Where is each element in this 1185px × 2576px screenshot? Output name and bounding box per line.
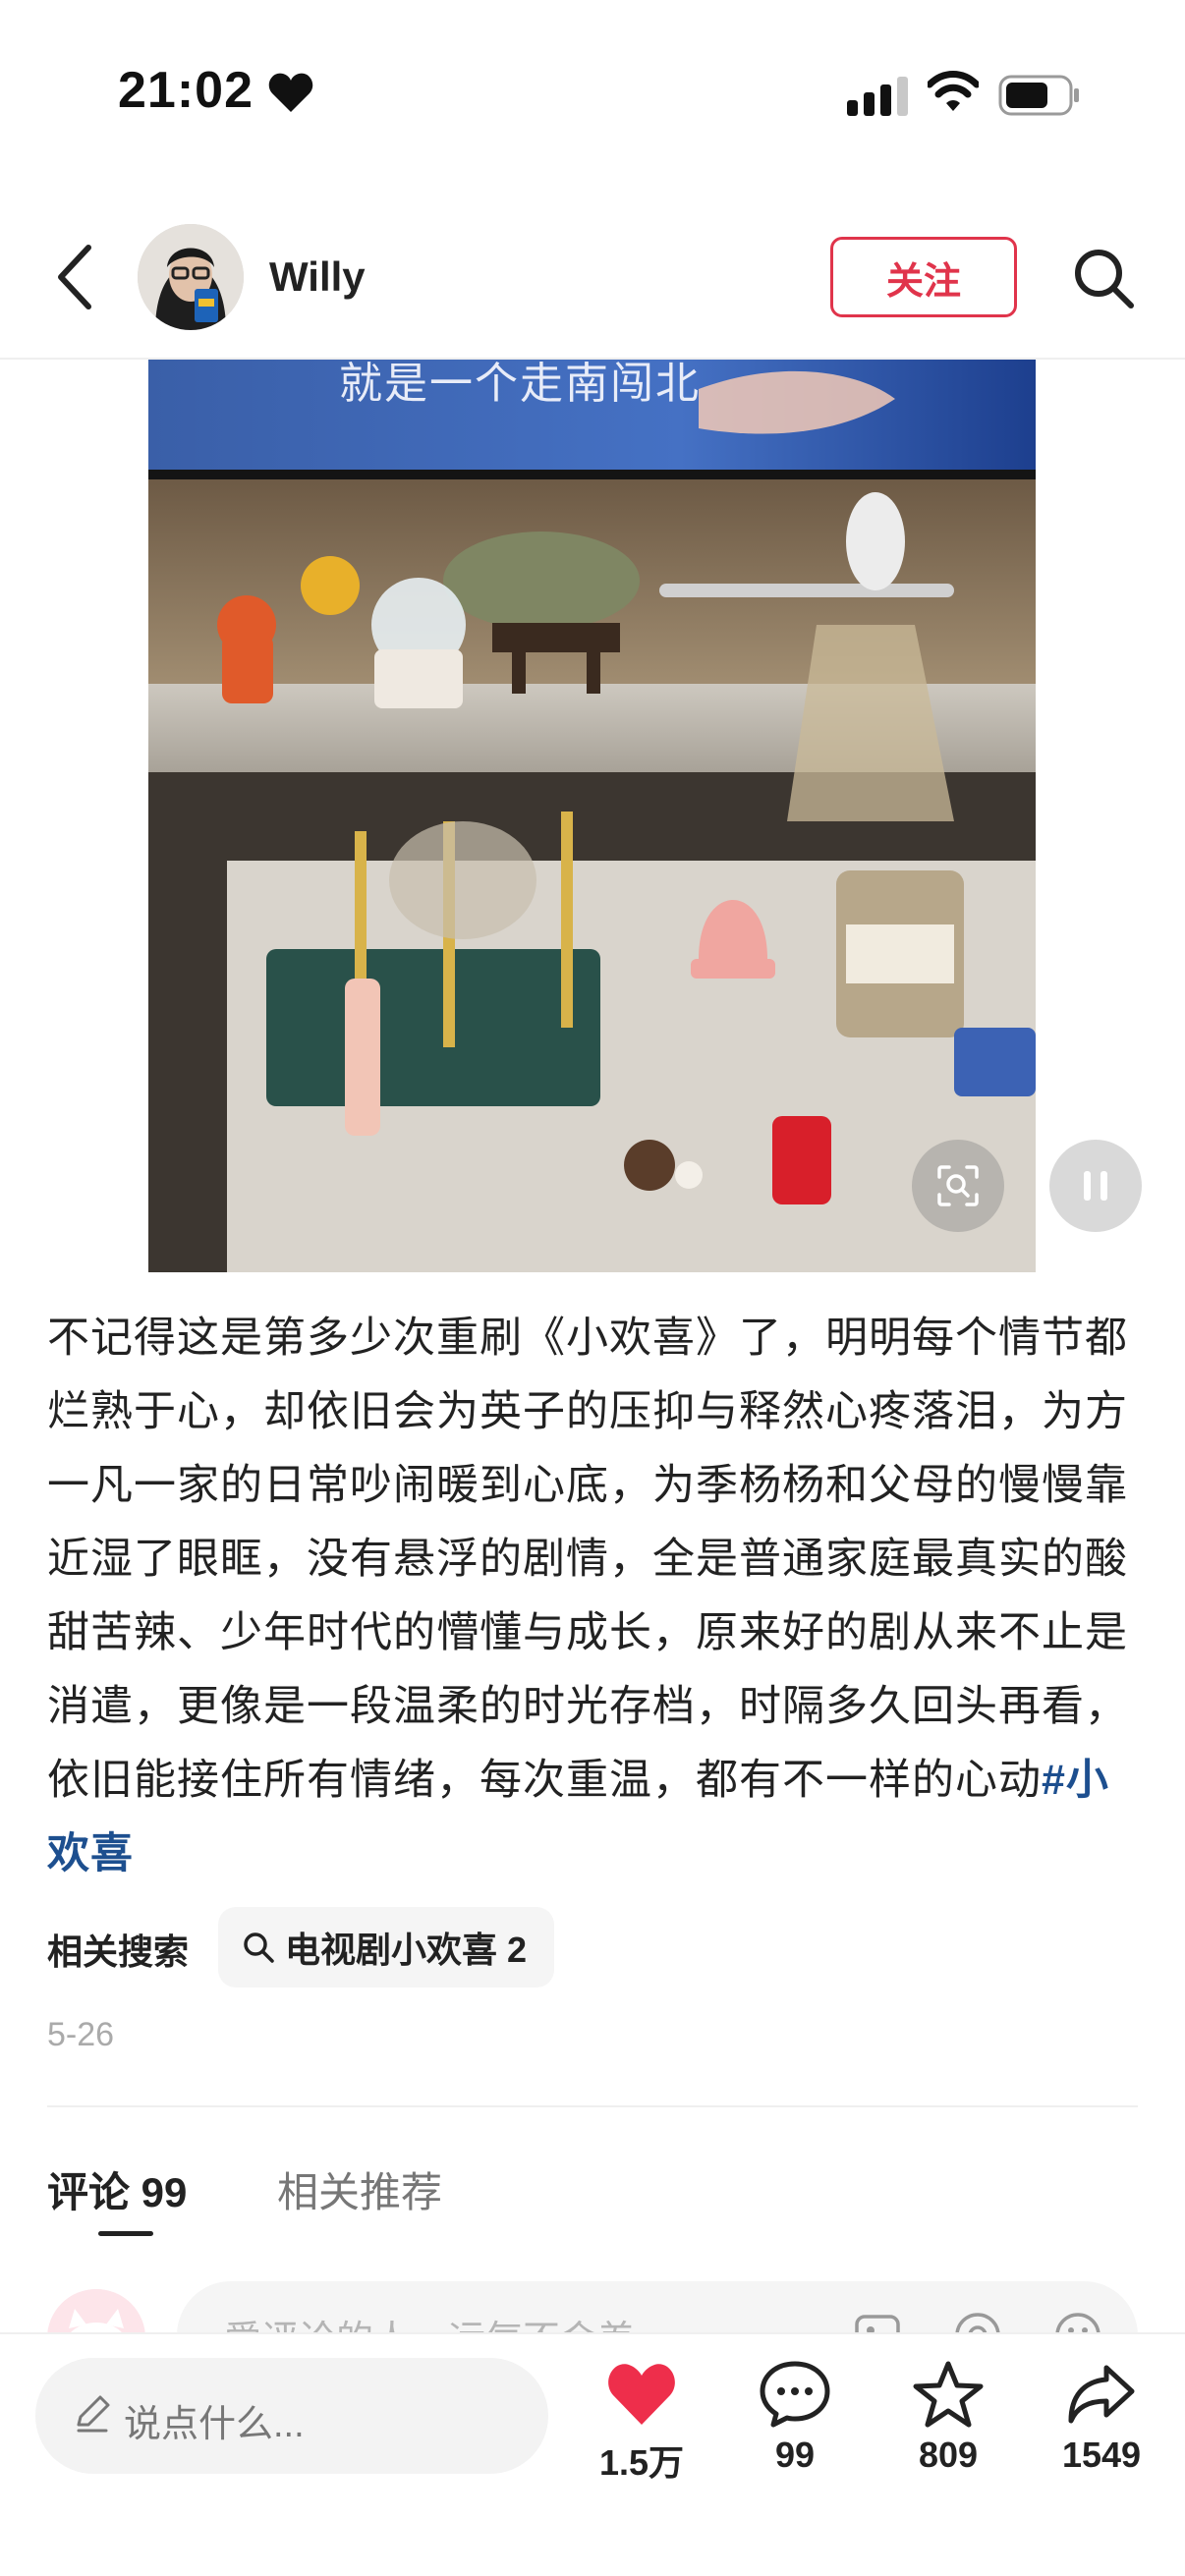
post-image[interactable]: [148, 360, 1036, 1272]
favorite-count: 809: [918, 2435, 979, 2475]
status-time: 21:02: [118, 62, 254, 119]
section-divider: [47, 2105, 1138, 2107]
related-search-query: 电视剧小欢喜 2: [285, 1930, 528, 1970]
share-icon: [1068, 2365, 1135, 2424]
username[interactable]: Willy: [269, 253, 366, 301]
battery-icon: [998, 75, 1079, 116]
like-count: 1.5万: [598, 2442, 685, 2483]
avatar[interactable]: [138, 224, 244, 330]
say-something-placeholder: 说点什么...: [124, 2404, 305, 2445]
favorite-button[interactable]: 809: [879, 2360, 1017, 2476]
tab-comments[interactable]: 评论 99: [47, 2159, 187, 2219]
share-count: 1549: [1061, 2435, 1142, 2475]
share-button[interactable]: 1549: [1033, 2360, 1170, 2476]
pause-icon: [1084, 1171, 1107, 1201]
search-icon: [244, 1932, 274, 1963]
related-search-label: 相关搜索: [47, 1932, 190, 1972]
search-icon[interactable]: [1071, 246, 1136, 310]
image-search-button[interactable]: [912, 1140, 1004, 1232]
like-button[interactable]: 1.5万: [573, 2360, 710, 2486]
tab-related[interactable]: 相关推荐: [277, 2159, 442, 2219]
comment-button[interactable]: 99: [726, 2360, 864, 2476]
lens-icon: [937, 1165, 979, 1206]
signal-icon: [847, 77, 908, 116]
tab-active-indicator: [98, 2231, 153, 2236]
like-icon: [608, 2364, 675, 2425]
heart-icon: [268, 73, 313, 112]
wifi-icon: [928, 71, 979, 111]
pause-button[interactable]: [1049, 1140, 1142, 1232]
caption-text: 不记得这是第多少次重刷《小欢喜》了，明明每个情节都烂熟于心，却依旧会为英子的压抑…: [47, 1315, 1128, 1804]
post-caption: 不记得这是第多少次重刷《小欢喜》了，明明每个情节都烂熟于心，却依旧会为英子的压抑…: [47, 1302, 1140, 1891]
video-subtitle: 就是一个走南闯北: [339, 360, 701, 408]
post-date: 5-26: [47, 2016, 115, 2053]
comment-count: 99: [774, 2435, 816, 2475]
related-search-pill[interactable]: 电视剧小欢喜 2: [218, 1907, 555, 1988]
pencil-icon: [77, 2395, 110, 2433]
back-icon[interactable]: [47, 238, 106, 316]
follow-button[interactable]: 关注: [830, 237, 1017, 317]
comment-icon: [760, 2361, 830, 2428]
star-icon: [913, 2361, 984, 2428]
